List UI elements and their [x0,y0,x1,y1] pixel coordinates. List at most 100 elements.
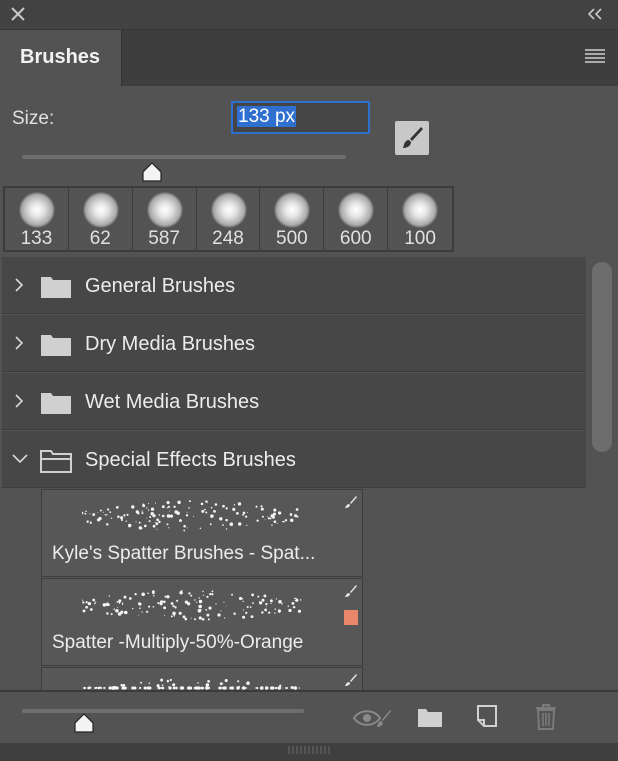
scrollbar[interactable] [586,256,618,690]
brush-tool-button[interactable] [395,121,429,155]
spatter-dot [121,603,124,606]
double-chevron-left-icon[interactable] [586,6,604,22]
spatter-dot [256,686,259,690]
size-input-value: 133 px [237,106,297,127]
spatter-dot [265,602,268,606]
spatter-dot [198,599,203,604]
spatter-dot [294,687,297,689]
brush-item-spatter-multiply-orange[interactable]: Spatter -Multiply-50%-Orange [41,578,363,666]
spatter-dot [152,524,156,528]
group-wet-media-brushes[interactable]: Wet Media Brushes [2,373,586,430]
preset-size: 133 [20,228,53,249]
preset-0[interactable]: 133 [5,188,69,250]
preview-size-slider-track[interactable] [22,709,304,713]
spatter-dot [82,599,83,601]
eye-brush-icon[interactable] [352,706,392,730]
spatter-dot [127,523,132,528]
spatter-dot [168,527,170,529]
spatter-dot [126,513,129,516]
new-page-icon[interactable] [476,704,498,728]
spatter-dot [264,608,267,612]
spatter-dot [152,591,155,595]
spatter-dot [244,687,246,689]
spatter-dot [198,616,202,620]
hamburger-menu-icon[interactable] [584,48,606,66]
preset-2[interactable]: 587 [133,188,197,250]
group-dry-media-brushes[interactable]: Dry Media Brushes [2,315,586,372]
resize-grip[interactable] [0,743,618,761]
spatter-dot [144,686,147,690]
preset-3[interactable]: 248 [197,188,261,250]
spatter-dot [124,610,128,615]
spatter-dot [120,518,124,522]
spatter-dot [123,514,126,517]
spatter-dot [211,590,214,593]
size-slider-track[interactable] [22,155,346,159]
spatter-dot [222,504,225,508]
spatter-dot [113,608,115,610]
spatter-dot [274,608,277,610]
spatter-dot [82,609,86,613]
spatter-dot [161,514,165,518]
soft-round-brush-icon [274,192,311,228]
spatter-dot [141,611,143,613]
size-slider-thumb[interactable] [140,161,164,183]
group-general-brushes[interactable]: General Brushes [2,257,586,314]
spatter-dot [299,687,301,689]
spatter-dot [292,605,296,609]
spatter-dot [185,514,189,517]
spatter-dot [201,686,205,690]
spatter-dot [273,520,277,524]
chevron-down-icon[interactable] [10,452,30,466]
spatter-dot [207,618,210,621]
close-icon[interactable] [10,6,26,22]
spatter-dot [89,513,91,515]
spatter-dot [120,516,124,520]
preset-6[interactable]: 100 [388,188,452,250]
spatter-dot [166,514,171,518]
folder-icon[interactable] [417,706,443,728]
spatter-dot [288,608,292,613]
preset-4[interactable]: 500 [260,188,325,250]
spatter-dot [139,607,141,609]
spatter-dot [233,504,236,506]
spatter-dot [267,687,269,689]
chevron-right-icon[interactable] [12,333,26,353]
brush-item-kyles-spatter[interactable]: Kyle's Spatter Brushes - Spat... [41,489,363,577]
chevron-right-icon[interactable] [12,275,26,295]
brush-item-spatter-partial[interactable] [41,667,363,690]
spatter-stroke-preview [82,589,302,621]
preset-1[interactable]: 62 [69,188,133,250]
group-special-effects-brushes[interactable]: Special Effects Brushes [2,431,586,488]
tab-brushes[interactable]: Brushes [0,30,122,86]
size-input[interactable]: 133 px [231,101,370,134]
trash-icon[interactable] [534,704,558,730]
soft-round-brush-icon [82,192,119,228]
spatter-dot [242,615,246,619]
spatter-dot [85,510,87,513]
spatter-dot [245,687,247,689]
preset-5[interactable]: 600 [324,188,389,250]
preview-size-slider-thumb[interactable] [72,712,96,734]
preset-size: 500 [276,228,308,249]
spatter-dot [256,519,259,522]
spatter-dot [195,601,198,603]
spatter-dot [260,687,262,689]
spatter-dot [188,507,190,509]
spatter-dot [85,605,88,609]
spatter-dot [207,680,210,683]
spatter-dot [179,519,182,522]
spatter-dot [174,606,177,609]
spatter-dot [260,505,263,508]
spatter-stroke-preview [83,678,301,690]
spatter-dot [245,611,248,615]
spatter-dot [141,510,143,512]
spatter-dot [278,600,282,604]
spatter-dot [200,502,204,506]
spatter-dot [281,520,283,523]
spatter-dot [172,683,176,687]
chevron-right-icon[interactable] [12,391,26,411]
scrollbar-thumb[interactable] [592,262,612,452]
spatter-dot [232,507,236,511]
brush-icon [345,496,357,508]
